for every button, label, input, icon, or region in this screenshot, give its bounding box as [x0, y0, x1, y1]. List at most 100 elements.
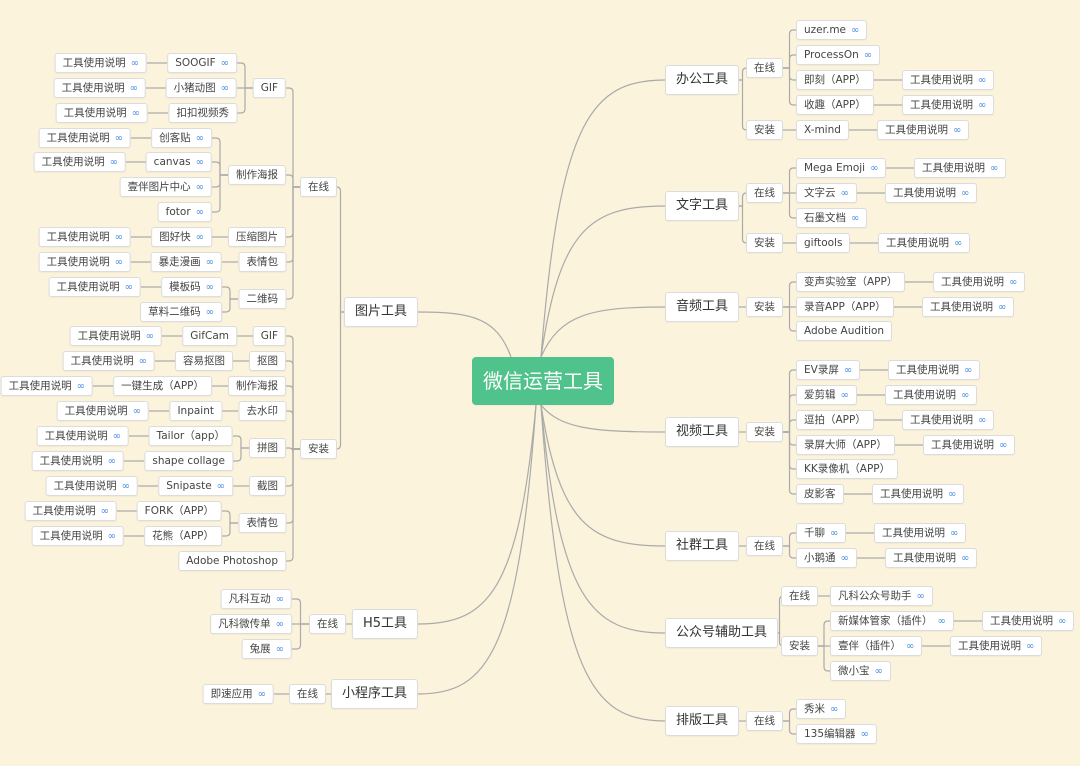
link-icon[interactable]: ∞: [258, 686, 266, 704]
tool-topic[interactable]: 草料二维码 ∞: [140, 302, 222, 322]
tool-topic[interactable]: 文字云 ∞: [796, 183, 857, 203]
tool-topic[interactable]: uzer.me ∞: [796, 20, 868, 40]
tool-topic[interactable]: 录音APP（APP）: [796, 297, 894, 317]
link-icon[interactable]: ∞: [115, 130, 123, 148]
tool-guide-link[interactable]: 工具使用说明 ∞: [38, 128, 131, 148]
link-icon[interactable]: ∞: [133, 403, 141, 421]
tool-topic[interactable]: 即速应用 ∞: [202, 684, 274, 704]
link-icon[interactable]: ∞: [276, 641, 284, 659]
main-topic-2[interactable]: 文字工具: [665, 191, 740, 221]
link-icon[interactable]: ∞: [978, 72, 986, 90]
tool-topic[interactable]: 即刻（APP）: [796, 70, 874, 90]
link-icon[interactable]: ∞: [964, 362, 972, 380]
group-topic[interactable]: 在线: [746, 711, 783, 731]
tool-topic[interactable]: Mega Emoji ∞: [796, 158, 887, 178]
main-topic-image-tools[interactable]: 图片工具: [343, 297, 418, 327]
tool-guide-link[interactable]: 工具使用说明 ∞: [982, 611, 1075, 631]
group-topic[interactable]: 安装: [300, 439, 337, 459]
link-icon[interactable]: ∞: [206, 279, 214, 297]
tool-guide-link[interactable]: 工具使用说明 ∞: [0, 376, 93, 396]
link-icon[interactable]: ∞: [961, 387, 969, 405]
tool-topic[interactable]: 爱剪辑 ∞: [796, 385, 857, 405]
tool-topic[interactable]: KK录像机（APP）: [796, 459, 899, 479]
link-icon[interactable]: ∞: [113, 428, 121, 446]
link-icon[interactable]: ∞: [851, 210, 859, 228]
tool-guide-link[interactable]: 工具使用说明 ∞: [36, 426, 129, 446]
tool-topic[interactable]: SOOGIF ∞: [167, 53, 237, 73]
tool-topic[interactable]: 皮影客: [796, 484, 844, 504]
tool-topic[interactable]: 创客贴 ∞: [151, 128, 212, 148]
tool-guide-link[interactable]: 工具使用说明 ∞: [902, 410, 995, 430]
tool-topic[interactable]: Snipaste ∞: [158, 476, 233, 496]
link-icon[interactable]: ∞: [948, 486, 956, 504]
link-icon[interactable]: ∞: [206, 254, 214, 272]
main-topic-miniprogram-tools[interactable]: 小程序工具: [330, 679, 418, 709]
main-topic-6[interactable]: 公众号辅助工具: [665, 618, 779, 648]
link-icon[interactable]: ∞: [276, 591, 284, 609]
tool-topic[interactable]: 凡科互动 ∞: [220, 589, 292, 609]
link-icon[interactable]: ∞: [870, 160, 878, 178]
tool-topic[interactable]: 录屏大师（APP）: [796, 435, 895, 455]
tool-topic[interactable]: 135编辑器 ∞: [796, 724, 877, 744]
tool-topic[interactable]: 暴走漫画 ∞: [150, 252, 222, 272]
tool-topic[interactable]: 收趣（APP）: [796, 95, 874, 115]
link-icon[interactable]: ∞: [196, 154, 204, 172]
link-icon[interactable]: ∞: [108, 453, 116, 471]
tool-topic[interactable]: fotor ∞: [157, 202, 212, 222]
group-topic[interactable]: 安装: [746, 120, 783, 140]
tool-guide-link[interactable]: 工具使用说明 ∞: [31, 451, 124, 471]
link-icon[interactable]: ∞: [221, 80, 229, 98]
tool-guide-link[interactable]: 工具使用说明 ∞: [33, 152, 126, 172]
link-icon[interactable]: ∞: [276, 616, 284, 634]
main-topic-7[interactable]: 排版工具: [665, 706, 740, 736]
category-topic[interactable]: GIF: [252, 326, 286, 346]
tool-topic[interactable]: 小猪动图 ∞: [165, 78, 237, 98]
link-icon[interactable]: ∞: [998, 299, 1006, 317]
tool-topic[interactable]: 壹伴（插件） ∞: [830, 636, 923, 656]
main-topic-5[interactable]: 社群工具: [665, 531, 740, 561]
category-topic[interactable]: Adobe Photoshop: [178, 551, 286, 571]
tool-guide-link[interactable]: 工具使用说明 ∞: [902, 95, 995, 115]
link-icon[interactable]: ∞: [841, 185, 849, 203]
link-icon[interactable]: ∞: [196, 229, 204, 247]
tool-topic[interactable]: giftools: [796, 233, 851, 253]
tool-guide-link[interactable]: 工具使用说明 ∞: [888, 360, 981, 380]
link-icon[interactable]: ∞: [1009, 274, 1017, 292]
link-icon[interactable]: ∞: [132, 105, 140, 123]
tool-topic[interactable]: FORK（APP）: [136, 501, 222, 521]
group-topic[interactable]: 在线: [300, 177, 337, 197]
category-topic[interactable]: 压缩图片: [228, 227, 286, 247]
tool-topic[interactable]: Tailor（app）: [148, 426, 233, 446]
link-icon[interactable]: ∞: [830, 525, 838, 543]
category-topic[interactable]: 去水印: [238, 401, 286, 421]
tool-topic[interactable]: 壹伴图片中心 ∞: [119, 177, 212, 197]
tool-topic[interactable]: Inpaint: [169, 401, 222, 421]
main-topic-3[interactable]: 音频工具: [665, 292, 740, 322]
link-icon[interactable]: ∞: [77, 378, 85, 396]
tool-guide-link[interactable]: 工具使用说明 ∞: [69, 326, 162, 346]
link-icon[interactable]: ∞: [961, 185, 969, 203]
category-topic[interactable]: 制作海报: [228, 165, 286, 185]
link-icon[interactable]: ∞: [110, 154, 118, 172]
link-icon[interactable]: ∞: [830, 701, 838, 719]
group-topic[interactable]: 在线: [309, 614, 346, 634]
group-topic[interactable]: 安装: [746, 233, 783, 253]
link-icon[interactable]: ∞: [101, 503, 109, 521]
tool-guide-link[interactable]: 工具使用说明 ∞: [885, 183, 978, 203]
link-icon[interactable]: ∞: [108, 528, 116, 546]
tool-topic[interactable]: 新媒体管家（插件） ∞: [830, 611, 954, 631]
link-icon[interactable]: ∞: [196, 204, 204, 222]
category-topic[interactable]: 表情包: [238, 513, 286, 533]
group-topic[interactable]: 在线: [781, 586, 818, 606]
tool-topic[interactable]: 兔展 ∞: [241, 639, 292, 659]
link-icon[interactable]: ∞: [139, 353, 147, 371]
tool-guide-link[interactable]: 工具使用说明 ∞: [54, 53, 147, 73]
tool-guide-link[interactable]: 工具使用说明 ∞: [24, 501, 117, 521]
category-topic[interactable]: 拼图: [249, 438, 286, 458]
link-icon[interactable]: ∞: [844, 362, 852, 380]
link-icon[interactable]: ∞: [978, 97, 986, 115]
link-icon[interactable]: ∞: [125, 279, 133, 297]
link-icon[interactable]: ∞: [115, 229, 123, 247]
link-icon[interactable]: ∞: [122, 478, 130, 496]
link-icon[interactable]: ∞: [906, 638, 914, 656]
